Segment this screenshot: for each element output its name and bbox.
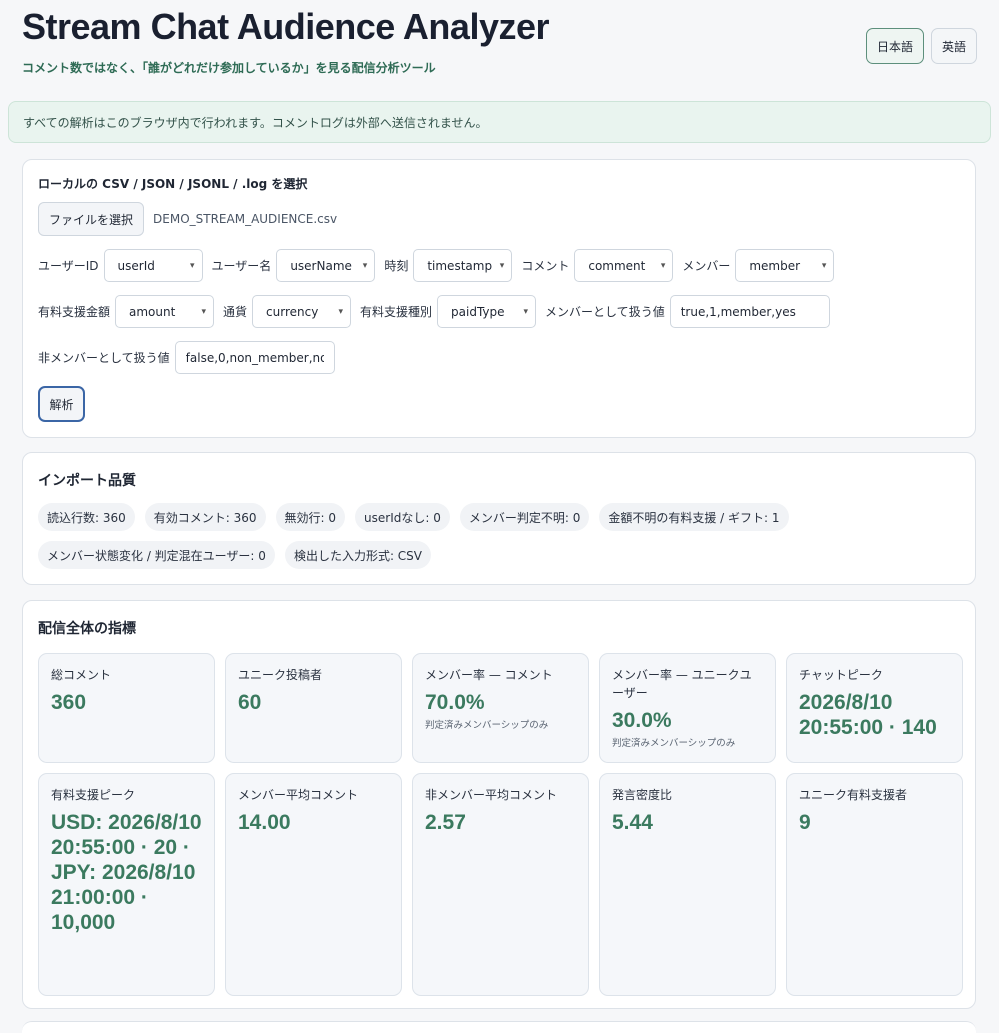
metric-value: 60 xyxy=(238,691,262,714)
upload-card: ローカルの CSV / JSON / JSONL / .log を選択 ファイル… xyxy=(22,159,976,438)
time-label: 時刻 xyxy=(384,259,409,273)
quality-chip: 読込行数: 360 xyxy=(38,503,135,531)
metric-label: ユニーク投稿者 xyxy=(238,668,323,682)
metric-chat-peak: チャットピーク 2026/8/10 20:55:00 · 140 xyxy=(786,653,963,763)
metric-unique-supporters: ユニーク有料支援者 9 xyxy=(786,773,963,996)
chevron-down-icon: ▾ xyxy=(190,260,195,271)
metric-total-comments: 総コメント 360 xyxy=(38,653,215,763)
language-switcher: 日本語 英語 xyxy=(865,28,977,64)
paidtype-select-value: paidType xyxy=(451,304,505,319)
quality-chip: userIdなし: 0 xyxy=(355,503,450,531)
quality-chips: 読込行数: 360 有効コメント: 360 無効行: 0 userIdなし: 0… xyxy=(38,503,960,569)
amount-label: 有料支援金額 xyxy=(38,305,111,319)
metric-label: チャットピーク xyxy=(799,668,883,682)
chevron-down-icon: ▾ xyxy=(660,260,666,271)
metric-value: 5.44 xyxy=(612,811,653,834)
chevron-down-icon: ▾ xyxy=(523,306,529,317)
member-select[interactable]: member ▾ xyxy=(735,249,835,282)
chevron-down-icon: ▾ xyxy=(201,306,207,317)
paidtype-select[interactable]: paidType ▾ xyxy=(437,295,537,328)
userid-select[interactable]: userId ▾ xyxy=(103,249,203,282)
comment-select[interactable]: comment ▾ xyxy=(574,249,674,282)
metric-paid-peak: 有料支援ピーク USD: 2026/8/10 20:55:00 · 20 · J… xyxy=(38,773,215,996)
metric-label: メンバー平均コメント xyxy=(238,788,359,802)
amount-select[interactable]: amount ▾ xyxy=(115,295,215,328)
app-title: Stream Chat Audience Analyzer xyxy=(22,6,550,47)
userid-select-value: userId xyxy=(117,258,155,273)
userid-label: ユーザーID xyxy=(38,259,99,273)
username-select[interactable]: userName ▾ xyxy=(276,249,376,282)
chevron-down-icon: ▾ xyxy=(821,260,827,271)
metric-member-avg-comments: メンバー平均コメント 14.00 xyxy=(225,773,402,996)
metric-label: メンバー率 — コメント xyxy=(425,668,553,682)
metric-unique-posters: ユニーク投稿者 60 xyxy=(225,653,402,763)
metric-value: 2026/8/10 20:55:00 · 140 xyxy=(799,691,937,739)
metric-note: 判定済みメンバーシップのみ xyxy=(612,738,736,749)
mapping-row-1: ユーザーID userId ▾ ユーザー名 userName ▾ 時刻 time… xyxy=(38,249,960,282)
analyze-button[interactable]: 解析 xyxy=(38,386,85,422)
paidtype-label: 有料支援種別 xyxy=(360,305,433,319)
overall-metrics-card: 配信全体の指標 総コメント 360 ユニーク投稿者 60 メンバー率 — コメン… xyxy=(22,600,976,1009)
lang-japanese-button[interactable]: 日本語 xyxy=(865,28,924,64)
next-card-edge xyxy=(22,1021,976,1033)
metric-value: 70.0% xyxy=(425,691,485,714)
username-label: ユーザー名 xyxy=(211,259,272,273)
chevron-down-icon: ▾ xyxy=(362,260,368,271)
metric-value: 360 xyxy=(51,691,87,714)
time-select[interactable]: timestamp ▾ xyxy=(413,249,513,282)
amount-select-value: amount xyxy=(129,304,176,319)
page-header: Stream Chat Audience Analyzer コメント数ではなく、… xyxy=(22,4,977,84)
metric-note: 判定済みメンバーシップのみ xyxy=(425,720,549,731)
overall-metrics-title: 配信全体の指標 xyxy=(38,621,136,637)
comment-label: コメント xyxy=(521,259,570,273)
member-label: メンバー xyxy=(682,259,731,273)
metric-density-ratio: 発言密度比 5.44 xyxy=(599,773,776,996)
quality-chip: 有効コメント: 360 xyxy=(144,503,266,531)
member-true-label: メンバーとして扱う値 xyxy=(545,305,665,319)
chevron-down-icon: ▾ xyxy=(499,260,505,271)
metric-nonmember-avg-comments: 非メンバー平均コメント 2.57 xyxy=(412,773,589,996)
quality-chip: 無効行: 0 xyxy=(275,503,346,531)
privacy-notice: すべての解析はこのブラウザ内で行われます。コメントログは外部へ送信されません。 xyxy=(8,101,991,143)
metric-value: 14.00 xyxy=(238,811,291,834)
metrics-grid: 総コメント 360 ユニーク投稿者 60 メンバー率 — コメント 70.0% … xyxy=(38,653,963,996)
quality-chip: メンバー状態変化 / 判定混在ユーザー: 0 xyxy=(38,541,275,569)
member-false-label: 非メンバーとして扱う値 xyxy=(38,351,170,365)
username-select-value: userName xyxy=(290,258,352,273)
choose-file-button[interactable]: ファイルを選択 xyxy=(38,202,145,236)
metric-label: 非メンバー平均コメント xyxy=(425,788,558,802)
metric-member-rate-users: メンバー率 — ユニークユーザー 30.0% 判定済みメンバーシップのみ xyxy=(599,653,776,763)
metric-value: USD: 2026/8/10 20:55:00 · 20 · JPY: 2026… xyxy=(51,811,202,934)
file-row: ファイルを選択 DEMO_STREAM_AUDIENCE.csv xyxy=(38,202,960,236)
member-true-values-input[interactable] xyxy=(669,295,830,328)
import-quality-card: インポート品質 読込行数: 360 有効コメント: 360 無効行: 0 use… xyxy=(22,452,976,585)
mapping-row-2: 有料支援金額 amount ▾ 通貨 currency ▾ 有料支援種別 pai… xyxy=(38,295,960,328)
metric-label: 有料支援ピーク xyxy=(51,788,136,802)
import-quality-title: インポート品質 xyxy=(38,473,136,489)
metric-value: 9 xyxy=(799,811,811,834)
quality-chip: メンバー判定不明: 0 xyxy=(459,503,590,531)
comment-select-value: comment xyxy=(588,258,646,273)
app-subtitle: コメント数ではなく、「誰がどれだけ参加しているか」を見る配信分析ツール xyxy=(22,61,436,75)
currency-select[interactable]: currency ▾ xyxy=(252,295,352,328)
quality-chip: 金額不明の有料支援 / ギフト: 1 xyxy=(599,503,789,531)
selected-file-name: DEMO_STREAM_AUDIENCE.csv xyxy=(153,212,338,226)
metric-label: ユニーク有料支援者 xyxy=(799,788,908,802)
chevron-down-icon: ▾ xyxy=(338,306,344,317)
currency-select-value: currency xyxy=(266,304,319,319)
metric-value: 2.57 xyxy=(425,811,466,834)
metric-value: 30.0% xyxy=(612,709,672,732)
metric-label: 総コメント xyxy=(51,668,112,682)
upload-label: ローカルの CSV / JSON / JSONL / .log を選択 xyxy=(38,177,308,191)
member-select-value: member xyxy=(749,258,801,273)
time-select-value: timestamp xyxy=(427,258,493,273)
quality-chip: 検出した入力形式: CSV xyxy=(284,541,432,569)
metric-label: メンバー率 — ユニークユーザー xyxy=(612,668,752,700)
metric-member-rate-comments: メンバー率 — コメント 70.0% 判定済みメンバーシップのみ xyxy=(412,653,589,763)
mapping-row-3: 非メンバーとして扱う値 xyxy=(38,341,960,374)
lang-english-button[interactable]: 英語 xyxy=(930,28,977,64)
metric-label: 発言密度比 xyxy=(612,788,673,802)
member-false-values-input[interactable] xyxy=(174,341,335,374)
currency-label: 通貨 xyxy=(223,305,248,319)
